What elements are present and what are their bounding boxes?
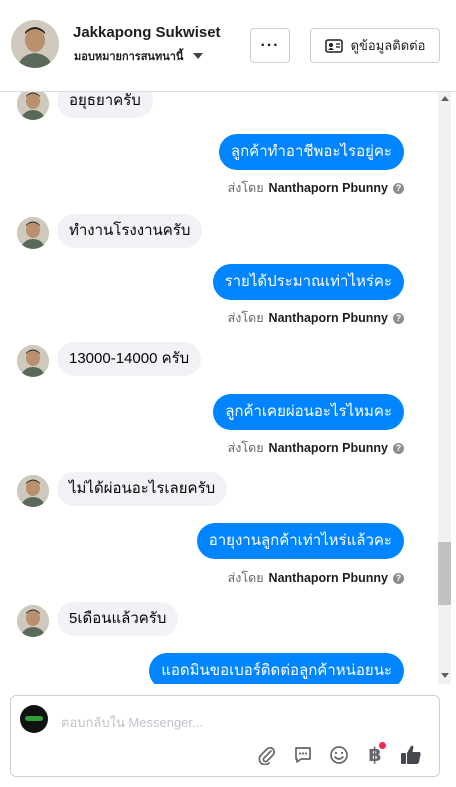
message-bubble[interactable]: ลูกค้าเคยผ่อนอะไรไหมคะ xyxy=(213,394,404,430)
message-bubble[interactable]: 5เดือนแล้วครับ xyxy=(57,602,179,636)
sent-by-prefix: ส่งโดย xyxy=(227,181,264,195)
help-icon[interactable]: ? xyxy=(393,312,404,324)
attach-icon[interactable] xyxy=(249,740,285,770)
contact-avatar-small xyxy=(17,345,49,377)
incoming-message: อยุธยาครับ xyxy=(0,92,438,122)
help-icon[interactable]: ? xyxy=(393,572,404,584)
reply-composer: ตอบกลับใน Messenger... ฿ xyxy=(10,695,440,777)
payment-icon[interactable]: ฿ xyxy=(357,740,393,770)
message-bubble[interactable]: 13000-14000 ครับ xyxy=(57,342,202,376)
message-bubble[interactable]: อยุธยาครับ xyxy=(57,92,153,118)
scroll-up-icon[interactable] xyxy=(441,96,449,101)
message-bubble[interactable]: รายได้ประมาณเท่าไหร่คะ xyxy=(212,264,404,300)
message-thread[interactable]: อยุธยาครับ ลูกค้าทำอาชีพอะไรอยู่คะ ส่งโด… xyxy=(0,92,438,684)
chevron-down-icon xyxy=(193,53,204,59)
saved-reply-icon[interactable] xyxy=(285,740,321,770)
conversation-header: Jakkapong Sukwiset มอบหมายการสนทนานี้ ··… xyxy=(0,0,456,92)
notification-dot xyxy=(379,742,386,749)
contact-card-icon xyxy=(324,38,343,53)
contact-avatar-small xyxy=(17,475,49,507)
message-bubble[interactable]: อายุงานลูกค้าเท่าไหร่แล้วคะ xyxy=(196,523,404,559)
scroll-down-icon[interactable] xyxy=(441,673,449,678)
message-bubble[interactable]: แอดมินขอเบอร์ติดต่อลูกค้าหน่อยนะ xyxy=(149,653,404,684)
sent-by-name: Nanthaporn Pbunny xyxy=(268,311,388,325)
sent-by-line: ส่งโดย Nanthaporn Pbunny ? xyxy=(228,178,404,198)
more-options-button[interactable]: ··· xyxy=(250,28,290,63)
outgoing-message: แอดมินขอเบอร์ติดต่อลูกค้าหน่อยนะ xyxy=(0,653,438,684)
view-contact-info-label: ดูข้อมูลติดต่อ xyxy=(350,38,426,53)
emoji-icon[interactable] xyxy=(321,740,357,770)
help-icon[interactable]: ? xyxy=(393,182,404,194)
incoming-message: ทำงานโรงงานครับ xyxy=(0,214,438,249)
contact-avatar-small xyxy=(17,217,49,249)
sent-by-line: ส่งโดย Nanthaporn Pbunny ? xyxy=(228,568,404,588)
view-contact-info-button[interactable]: ดูข้อมูลติดต่อ xyxy=(310,28,440,63)
composer-toolbar: ฿ xyxy=(249,740,429,770)
contact-avatar-small xyxy=(17,92,49,120)
help-icon[interactable]: ? xyxy=(393,442,404,454)
contact-name[interactable]: Jakkapong Sukwiset xyxy=(73,24,221,41)
assign-conversation[interactable]: มอบหมายการสนทนานี้ xyxy=(74,47,204,65)
page-avatar xyxy=(20,705,48,733)
outgoing-message: อายุงานลูกค้าเท่าไหร่แล้วคะ ส่งโดย Nanth… xyxy=(0,523,438,585)
incoming-message: ไม่ได้ผ่อนอะไรเลยครับ xyxy=(0,472,438,507)
sent-by-name: Nanthaporn Pbunny xyxy=(268,181,388,195)
outgoing-message: รายได้ประมาณเท่าไหร่คะ ส่งโดย Nanthaporn… xyxy=(0,264,438,325)
outgoing-message: ลูกค้าทำอาชีพอะไรอยู่คะ ส่งโดย Nanthapor… xyxy=(0,134,438,195)
assign-label: มอบหมายการสนทนานี้ xyxy=(74,51,184,63)
scrollbar-thumb[interactable] xyxy=(438,542,451,605)
message-bubble[interactable]: ลูกค้าทำอาชีพอะไรอยู่คะ xyxy=(218,134,404,170)
sent-by-prefix: ส่งโดย xyxy=(227,441,264,455)
sent-by-name: Nanthaporn Pbunny xyxy=(268,441,388,455)
thread-scrollbar[interactable] xyxy=(438,92,451,684)
sent-by-line: ส่งโดย Nanthaporn Pbunny ? xyxy=(228,438,404,458)
sent-by-name: Nanthaporn Pbunny xyxy=(268,571,388,585)
sent-by-line: ส่งโดย Nanthaporn Pbunny ? xyxy=(228,308,404,328)
reply-input[interactable]: ตอบกลับใน Messenger... xyxy=(61,712,203,733)
incoming-message: 13000-14000 ครับ xyxy=(0,342,438,377)
contact-avatar-small xyxy=(17,605,49,637)
outgoing-message: ลูกค้าเคยผ่อนอะไรไหมคะ ส่งโดย Nanthaporn… xyxy=(0,394,438,455)
message-bubble[interactable]: ทำงานโรงงานครับ xyxy=(57,214,203,248)
sent-by-prefix: ส่งโดย xyxy=(227,571,264,585)
message-bubble[interactable]: ไม่ได้ผ่อนอะไรเลยครับ xyxy=(57,472,228,506)
incoming-message: 5เดือนแล้วครับ xyxy=(0,602,438,637)
sent-by-prefix: ส่งโดย xyxy=(227,311,264,325)
like-icon[interactable] xyxy=(393,740,429,770)
contact-avatar[interactable] xyxy=(11,20,59,68)
